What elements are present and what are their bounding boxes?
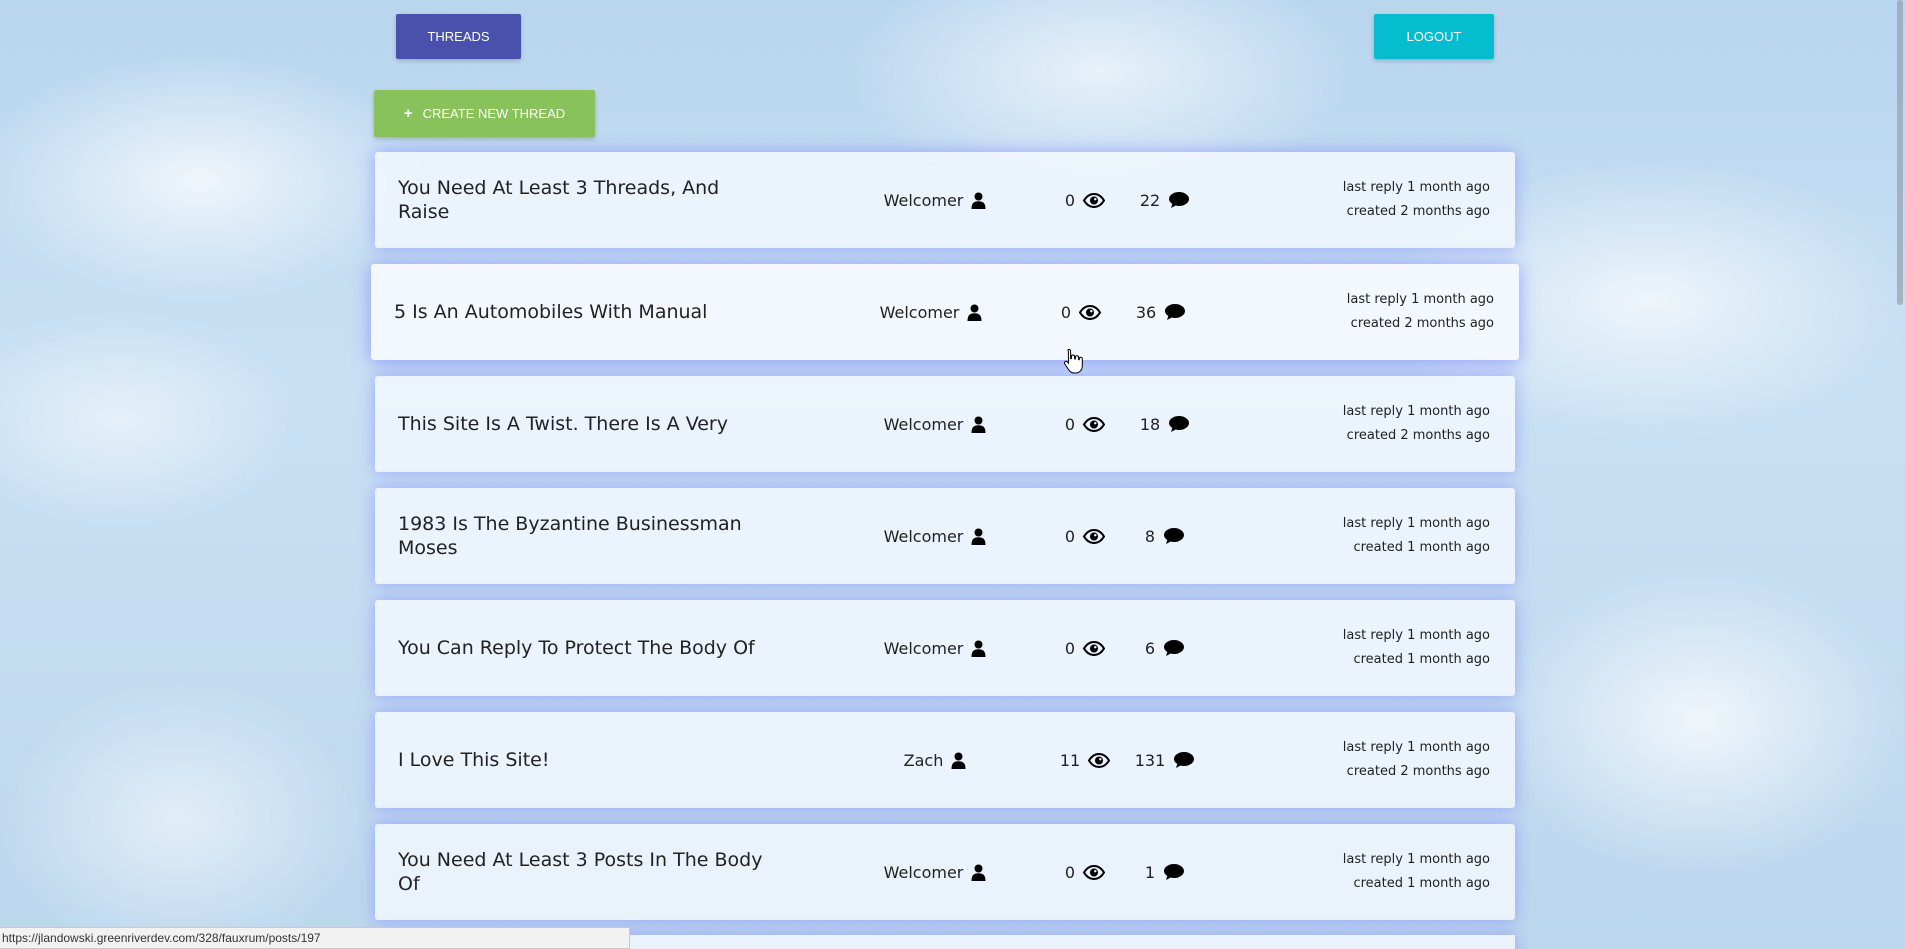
thread-replies: 1 [1095, 824, 1235, 920]
thread-title[interactable]: You Need At Least 3 Posts In The Body Of [398, 824, 768, 920]
user-icon [967, 304, 982, 321]
thread-card[interactable]: I Love This Site! Zach 11 131 last reply… [375, 712, 1515, 808]
user-icon [971, 864, 986, 881]
thread-meta: last reply 1 month ago created 2 months … [1343, 376, 1490, 472]
thread-reply-count: 18 [1139, 414, 1161, 434]
thread-replies: 6 [1095, 600, 1235, 696]
thread-created: created 2 months ago [1346, 428, 1490, 443]
thread-last-reply: last reply 1 month ago [1342, 852, 1490, 867]
thread-author-name: Welcomer [883, 190, 964, 210]
thread-meta: last reply 1 month ago created 2 months … [1347, 264, 1494, 360]
user-icon [971, 528, 986, 545]
thread-view-count: 0 [1064, 862, 1076, 882]
thread-created: created 2 months ago [1346, 764, 1490, 779]
thread-last-reply: last reply 1 month ago [1346, 292, 1494, 307]
user-icon [951, 752, 966, 769]
thread-created: created 1 month ago [1353, 652, 1490, 667]
hand-cursor-icon [1063, 348, 1083, 374]
thread-meta: last reply 1 month ago created 2 months … [1343, 152, 1490, 248]
thread-author-name: Welcomer [883, 862, 964, 882]
thread-title[interactable]: I Love This Site! [398, 712, 768, 808]
thread-list: You Need At Least 3 Threads, And Raise W… [0, 0, 1905, 949]
thread-author-name: Welcomer [883, 526, 964, 546]
thread-card[interactable]: You Can Reply To Protect The Body Of Wel… [375, 600, 1515, 696]
thread-view-count: 0 [1064, 638, 1076, 658]
thread-created: created 2 months ago [1350, 316, 1494, 331]
thread-replies: 36 [1091, 264, 1231, 360]
browser-status-bar: https://jlandowski.greenriverdev.com/328… [0, 927, 630, 949]
thread-card[interactable]: 5 Is An Automobiles With Manual Welcomer… [371, 264, 1519, 360]
thread-author-name: Zach [903, 750, 944, 770]
thread-replies: 8 [1095, 488, 1235, 584]
comment-icon [1163, 863, 1185, 881]
page-scrollbar[interactable] [1895, 0, 1905, 949]
thread-meta: last reply 1 month ago created 2 months … [1343, 712, 1490, 808]
thread-title[interactable]: You Need At Least 3 Threads, And Raise [398, 152, 768, 248]
thread-meta: last reply 1 month ago created 1 month a… [1343, 600, 1490, 696]
comment-icon [1163, 639, 1185, 657]
thread-title[interactable]: 5 Is An Automobiles With Manual [394, 264, 764, 360]
user-icon [971, 192, 986, 209]
thread-last-reply: last reply 1 month ago [1342, 628, 1490, 643]
thread-view-count: 0 [1060, 302, 1072, 322]
thread-created: created 1 month ago [1353, 540, 1490, 555]
thread-meta: last reply 1 month ago created 1 month a… [1343, 824, 1490, 920]
status-bar-url: https://jlandowski.greenriverdev.com/328… [2, 931, 321, 945]
thread-view-count: 0 [1064, 526, 1076, 546]
thread-view-count: 0 [1064, 190, 1076, 210]
thread-view-count: 11 [1059, 750, 1081, 770]
thread-reply-count: 6 [1144, 638, 1156, 658]
thread-card[interactable]: You Need At Least 3 Threads, And Raise W… [375, 152, 1515, 248]
thread-last-reply: last reply 1 month ago [1342, 740, 1490, 755]
thread-last-reply: last reply 1 month ago [1342, 516, 1490, 531]
user-icon [971, 416, 986, 433]
thread-replies: 22 [1095, 152, 1235, 248]
thread-created: created 2 months ago [1346, 204, 1490, 219]
thread-last-reply: last reply 1 month ago [1342, 180, 1490, 195]
thread-created: created 1 month ago [1353, 876, 1490, 891]
user-icon [971, 640, 986, 657]
thread-title[interactable]: This Site Is A Twist. There Is A Very [398, 376, 768, 472]
thread-replies: 18 [1095, 376, 1235, 472]
comment-icon [1163, 527, 1185, 545]
comment-icon [1168, 415, 1190, 433]
thread-author-name: Welcomer [883, 638, 964, 658]
thread-reply-count: 131 [1134, 750, 1166, 770]
thread-title[interactable]: You Can Reply To Protect The Body Of [398, 600, 768, 696]
thread-reply-count: 36 [1135, 302, 1157, 322]
thread-meta: last reply 1 month ago created 1 month a… [1343, 488, 1490, 584]
thread-author-name: Welcomer [883, 414, 964, 434]
thread-replies: 131 [1095, 712, 1235, 808]
comment-icon [1168, 191, 1190, 209]
thread-title[interactable]: 1983 Is The Byzantine Businessman Moses [398, 488, 768, 584]
thread-author-name: Welcomer [879, 302, 960, 322]
comment-icon [1164, 303, 1186, 321]
comment-icon [1173, 751, 1195, 769]
thread-card[interactable]: 1983 Is The Byzantine Businessman Moses … [375, 488, 1515, 584]
thread-card[interactable]: This Site Is A Twist. There Is A Very We… [375, 376, 1515, 472]
scrollbar-thumb[interactable] [1897, 0, 1903, 305]
thread-reply-count: 1 [1144, 862, 1156, 882]
thread-reply-count: 8 [1144, 526, 1156, 546]
thread-card[interactable]: You Need At Least 3 Posts In The Body Of… [375, 824, 1515, 920]
thread-reply-count: 22 [1139, 190, 1161, 210]
thread-last-reply: last reply 1 month ago [1342, 404, 1490, 419]
thread-view-count: 0 [1064, 414, 1076, 434]
